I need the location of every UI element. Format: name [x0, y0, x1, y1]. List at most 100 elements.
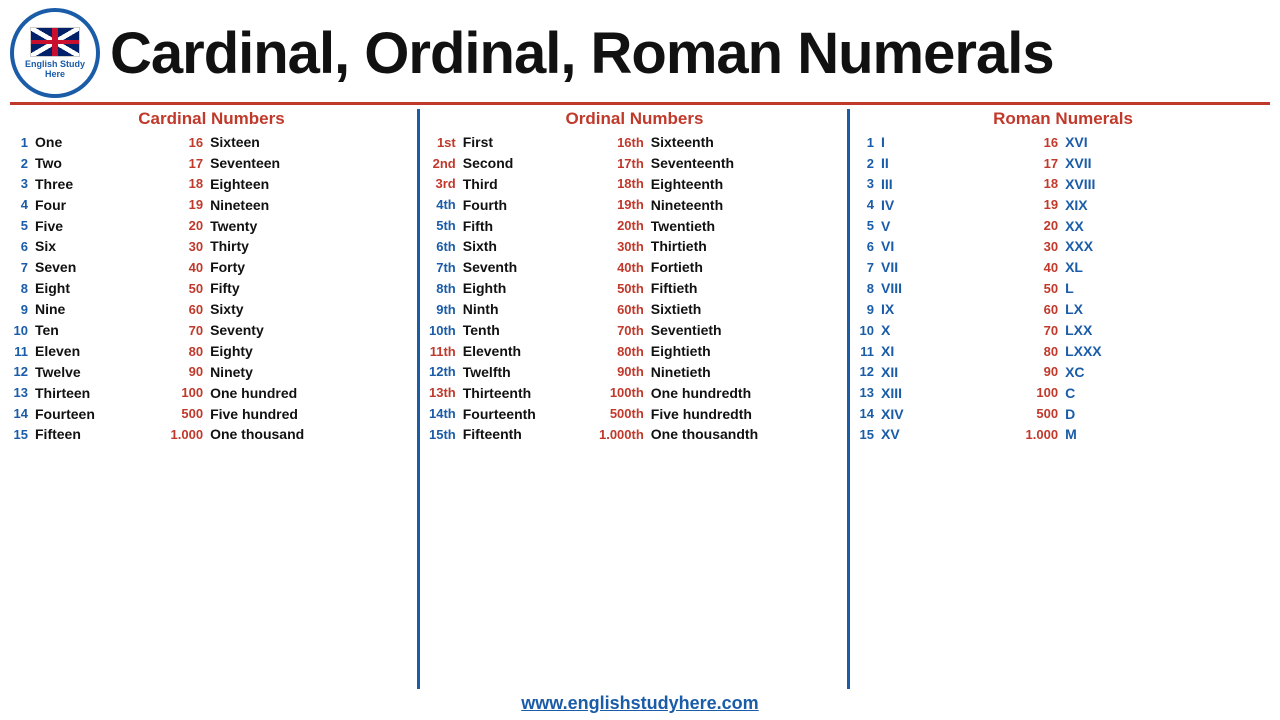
- table-row: 6 VI 30 XXX: [856, 236, 1270, 257]
- table-row: 15 Fifteen 1.000 One thousand: [10, 424, 413, 445]
- table-row: 5th Fifth 20th Twentieth: [426, 216, 843, 237]
- roman-section-title: Roman Numerals: [856, 109, 1270, 129]
- ordinal-section-title: Ordinal Numbers: [426, 109, 843, 129]
- cardinal-word2: Seventeen: [207, 153, 413, 174]
- roman-r1: XII: [878, 362, 1018, 383]
- ordinal-word1: Second: [460, 153, 596, 174]
- cardinal-num2: 19: [168, 195, 208, 216]
- ordinal-word2: Seventeenth: [648, 153, 843, 174]
- ordinal-word2: One hundredth: [648, 383, 843, 404]
- table-row: 13 XIII 100 C: [856, 383, 1270, 404]
- table-row: 11th Eleventh 80th Eightieth: [426, 341, 843, 362]
- ordinal-word2: Nineteenth: [648, 195, 843, 216]
- roman-r2: XIX: [1062, 195, 1270, 216]
- cardinal-num2: 80: [168, 341, 208, 362]
- roman-num1: 1: [856, 132, 878, 153]
- ordinal-num2: 19th: [596, 195, 648, 216]
- roman-num1: 11: [856, 341, 878, 362]
- cardinal-word1: Six: [32, 236, 168, 257]
- logo: English Study Here: [10, 8, 100, 98]
- roman-num1: 14: [856, 404, 878, 425]
- cardinal-word1: Ten: [32, 320, 168, 341]
- roman-num1: 6: [856, 236, 878, 257]
- ordinal-section: Ordinal Numbers 1st First 16th Sixteenth…: [420, 109, 850, 689]
- table-row: 3rd Third 18th Eighteenth: [426, 174, 843, 195]
- ordinal-num2: 70th: [596, 320, 648, 341]
- table-row: 15 XV 1.000 M: [856, 424, 1270, 445]
- table-row: 11 XI 80 LXXX: [856, 341, 1270, 362]
- roman-num2: 80: [1018, 341, 1063, 362]
- ordinal-word2: Fortieth: [648, 257, 843, 278]
- cardinal-num2: 70: [168, 320, 208, 341]
- roman-num1: 9: [856, 299, 878, 320]
- ordinal-word1: Tenth: [460, 320, 596, 341]
- roman-num2: 50: [1018, 278, 1063, 299]
- cardinal-word1: Four: [32, 195, 168, 216]
- roman-r1: XIII: [878, 383, 1018, 404]
- roman-num2: 60: [1018, 299, 1063, 320]
- roman-num2: 100: [1018, 383, 1063, 404]
- cardinal-num2: 30: [168, 236, 208, 257]
- footer-url[interactable]: www.englishstudyhere.com: [10, 689, 1270, 716]
- cardinal-word2: Ninety: [207, 362, 413, 383]
- ordinal-num2: 16th: [596, 132, 648, 153]
- page: English Study Here Cardinal, Ordinal, Ro…: [0, 0, 1280, 720]
- ordinal-word1: Fourth: [460, 195, 596, 216]
- roman-r2: XX: [1062, 216, 1270, 237]
- cardinal-num1: 7: [10, 257, 32, 278]
- cardinal-word2: Sixteen: [207, 132, 413, 153]
- cardinal-num2: 50: [168, 278, 208, 299]
- ordinal-num2: 1.000th: [596, 424, 648, 445]
- cardinal-num2: 18: [168, 174, 208, 195]
- table-row: 15th Fifteenth 1.000th One thousandth: [426, 424, 843, 445]
- ordinal-word1: Twelfth: [460, 362, 596, 383]
- ordinal-num2: 18th: [596, 174, 648, 195]
- roman-num2: 17: [1018, 153, 1063, 174]
- roman-num1: 10: [856, 320, 878, 341]
- ordinal-word2: Eightieth: [648, 341, 843, 362]
- roman-table: 1 I 16 XVI 2 II 17 XVII 3 III 18 XVIII 4…: [856, 132, 1270, 445]
- table-row: 1 One 16 Sixteen: [10, 132, 413, 153]
- cardinal-word1: Eight: [32, 278, 168, 299]
- table-row: 1st First 16th Sixteenth: [426, 132, 843, 153]
- roman-r1: III: [878, 174, 1018, 195]
- table-row: 2nd Second 17th Seventeenth: [426, 153, 843, 174]
- ordinal-num1: 7th: [426, 257, 460, 278]
- cardinal-word2: Twenty: [207, 216, 413, 237]
- cardinal-num1: 3: [10, 174, 32, 195]
- table-row: 10 X 70 LXX: [856, 320, 1270, 341]
- ordinal-word2: Five hundredth: [648, 404, 843, 425]
- roman-num2: 20: [1018, 216, 1063, 237]
- roman-r2: XXX: [1062, 236, 1270, 257]
- cardinal-num2: 17: [168, 153, 208, 174]
- roman-r1: VIII: [878, 278, 1018, 299]
- ordinal-word1: Fifteenth: [460, 424, 596, 445]
- ordinal-num2: 100th: [596, 383, 648, 404]
- logo-flag: [30, 27, 80, 57]
- roman-num1: 15: [856, 424, 878, 445]
- table-row: 4 IV 19 XIX: [856, 195, 1270, 216]
- cardinal-word2: Nineteen: [207, 195, 413, 216]
- roman-r2: LXX: [1062, 320, 1270, 341]
- ordinal-word1: Seventh: [460, 257, 596, 278]
- roman-section: Roman Numerals 1 I 16 XVI 2 II 17 XVII 3…: [850, 109, 1270, 689]
- cardinal-word2: Five hundred: [207, 404, 413, 425]
- ordinal-num1: 10th: [426, 320, 460, 341]
- roman-num2: 1.000: [1018, 424, 1063, 445]
- cardinal-num2: 1.000: [168, 424, 208, 445]
- cardinal-word2: Sixty: [207, 299, 413, 320]
- ordinal-num1: 14th: [426, 404, 460, 425]
- roman-num2: 16: [1018, 132, 1063, 153]
- cardinal-num2: 20: [168, 216, 208, 237]
- table-row: 7 Seven 40 Forty: [10, 257, 413, 278]
- table-row: 4th Fourth 19th Nineteenth: [426, 195, 843, 216]
- ordinal-num2: 90th: [596, 362, 648, 383]
- roman-num2: 40: [1018, 257, 1063, 278]
- roman-r1: XIV: [878, 404, 1018, 425]
- cardinal-word1: Seven: [32, 257, 168, 278]
- cardinal-num1: 2: [10, 153, 32, 174]
- roman-r1: XI: [878, 341, 1018, 362]
- roman-num2: 500: [1018, 404, 1063, 425]
- roman-r2: M: [1062, 424, 1270, 445]
- cardinal-num1: 4: [10, 195, 32, 216]
